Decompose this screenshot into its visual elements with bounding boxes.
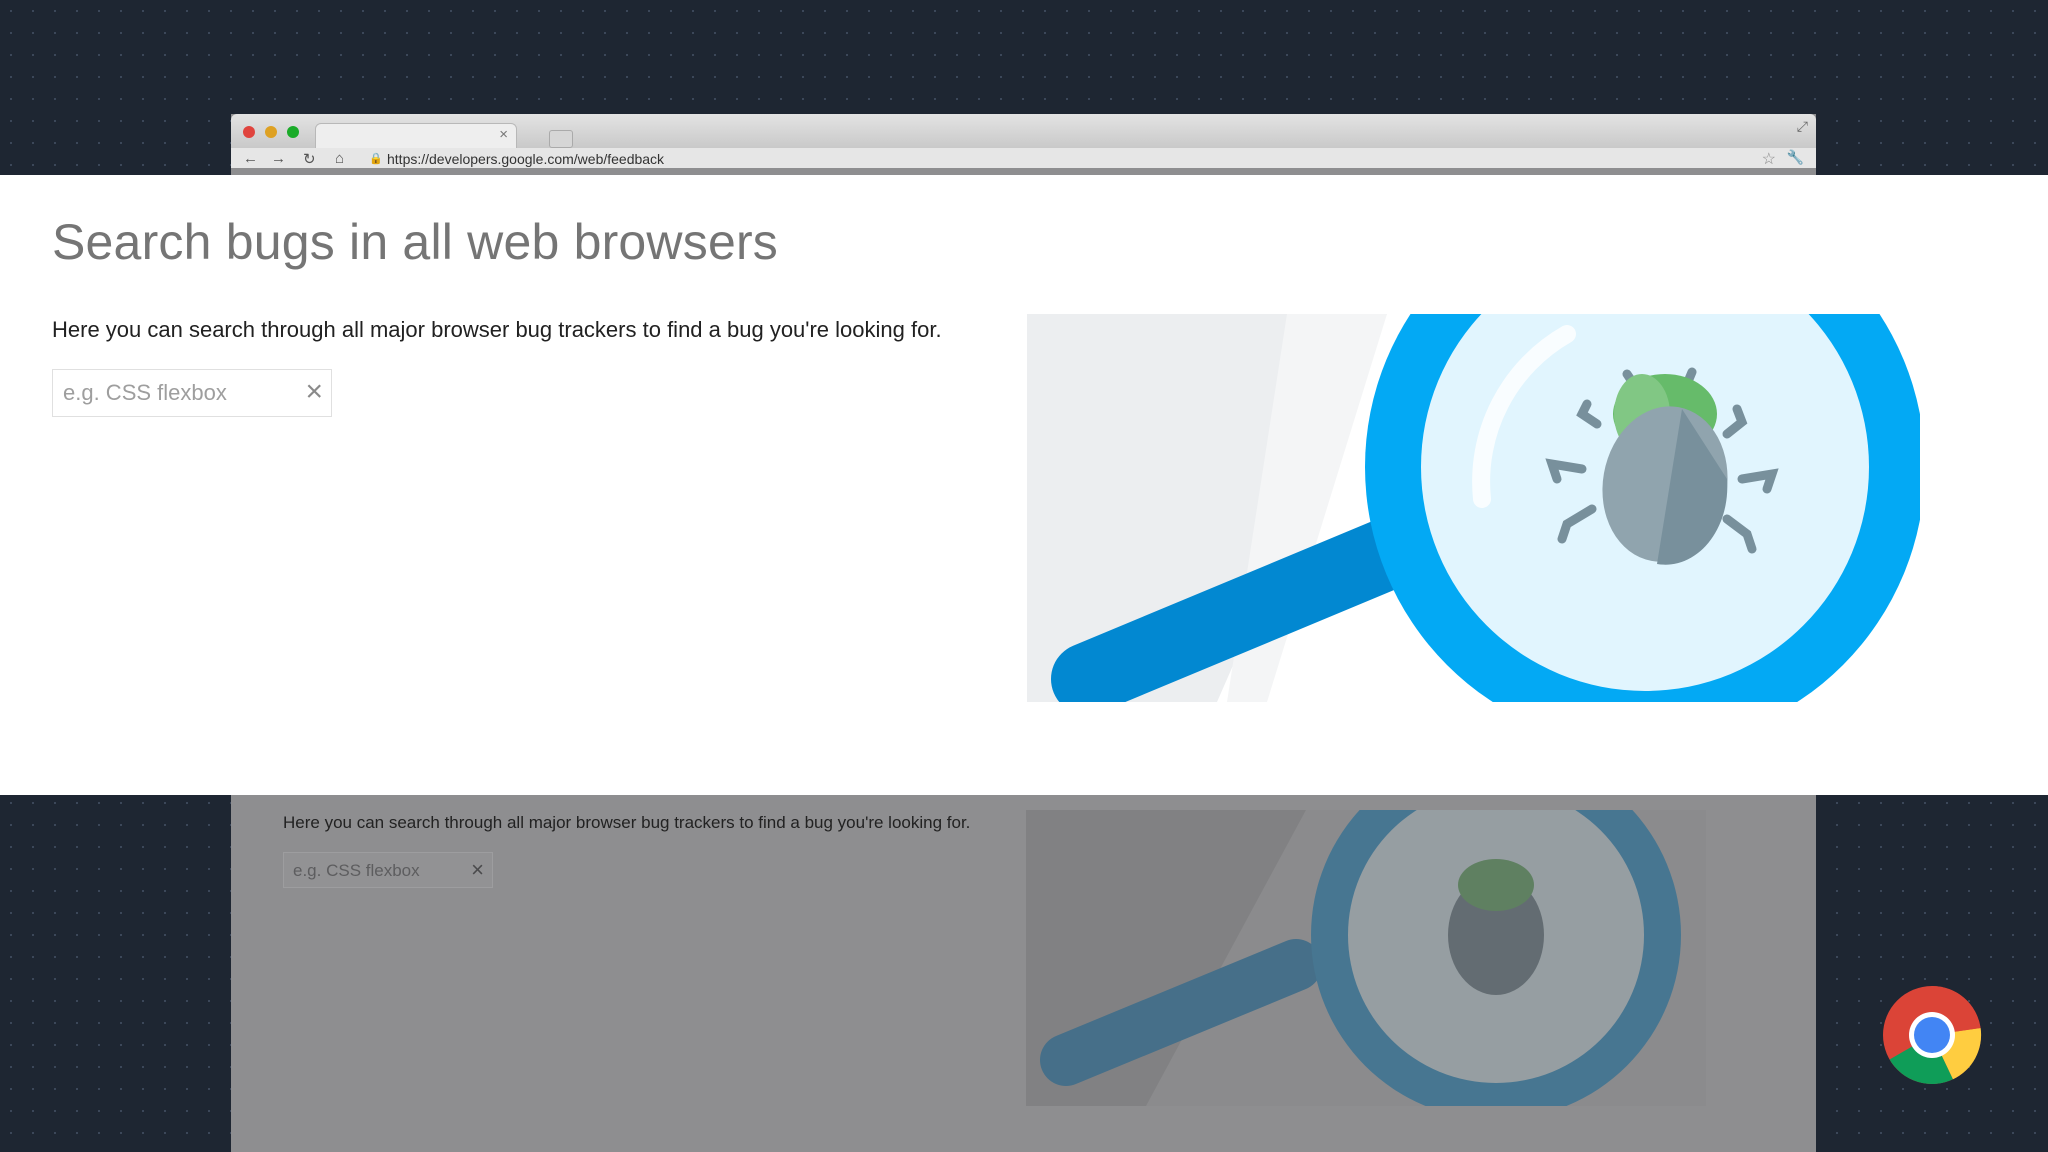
background-clear-icon: × [471, 857, 484, 882]
highlighted-page-card: Search bugs in all web browsers Here you… [0, 175, 2048, 795]
browser-titlebar: × ⤢ [231, 114, 1816, 149]
lock-icon: 🔒 [369, 153, 383, 165]
background-search-box: e.g. CSS flexbox × [283, 852, 493, 888]
wrench-icon[interactable]: 🔧 [1787, 149, 1804, 166]
reload-icon[interactable]: ↻ [303, 150, 316, 168]
window-minimize-button[interactable] [265, 126, 277, 138]
new-tab-button[interactable] [549, 130, 573, 148]
chrome-logo [1882, 985, 1982, 1085]
background-page-description: Here you can search through all major br… [283, 813, 971, 832]
search-input[interactable] [63, 370, 293, 416]
magnifying-glass-bug-illustration [1027, 314, 1920, 702]
browser-toolbar: ← → ↻ ⌂ 🔒 https://developers.google.com/… [231, 148, 1816, 168]
home-icon[interactable]: ⌂ [335, 150, 344, 167]
address-bar[interactable]: https://developers.google.com/web/feedba… [387, 151, 664, 167]
window-close-button[interactable] [243, 126, 255, 138]
bookmark-star-icon[interactable]: ☆ [1762, 149, 1776, 169]
page-description: Here you can search through all major br… [52, 317, 942, 342]
window-maximize-button[interactable] [287, 126, 299, 138]
back-arrow-icon[interactable]: ← [243, 150, 258, 167]
forward-arrow-icon[interactable]: → [271, 150, 286, 167]
tab-close-icon[interactable]: × [499, 126, 508, 143]
search-box: × [52, 369, 332, 417]
background-search-placeholder: e.g. CSS flexbox [293, 861, 420, 880]
clear-search-icon[interactable]: × [305, 377, 323, 407]
browser-tab[interactable]: × [315, 123, 517, 149]
background-magnifier-illustration [1026, 810, 1706, 1106]
page-title: Search bugs in all web browsers [52, 214, 778, 270]
fullscreen-icon[interactable]: ⤢ [1797, 118, 1808, 135]
